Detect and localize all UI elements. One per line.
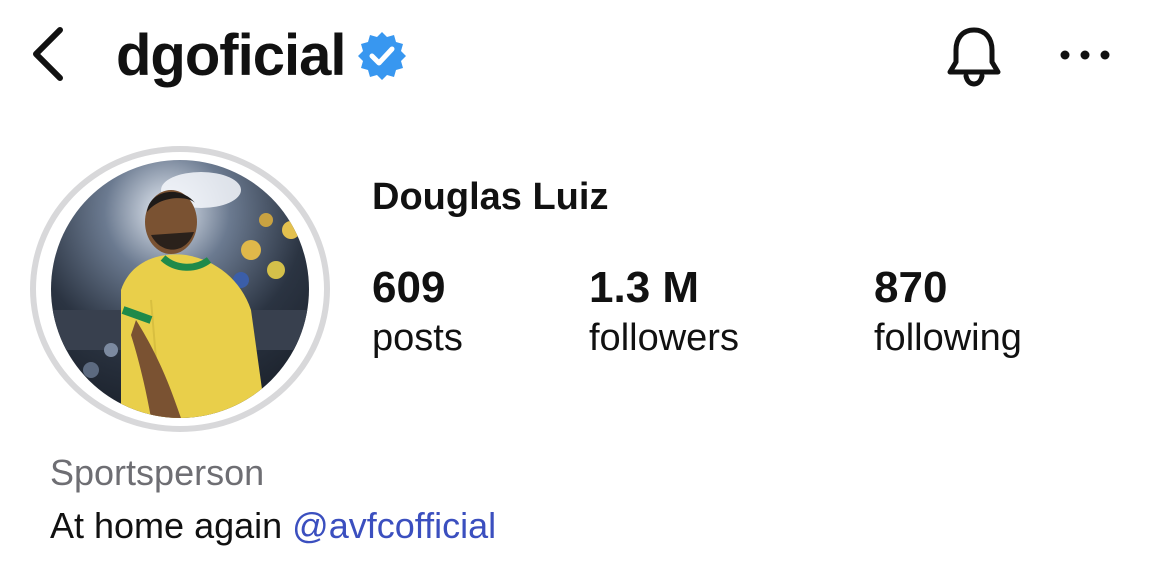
username-header: dgoficial: [116, 18, 407, 92]
chevron-left-icon: [33, 27, 63, 81]
avatar[interactable]: [51, 160, 309, 418]
display-name: Douglas Luiz: [372, 176, 609, 218]
followers-label: followers: [589, 317, 739, 359]
bell-icon: [947, 27, 1001, 87]
following-count[interactable]: 870 following: [874, 262, 1022, 362]
followers-count[interactable]: 1.3 M followers: [589, 262, 739, 362]
username: dgoficial: [116, 22, 346, 88]
posts-value: 609: [372, 263, 446, 312]
bio-text: At home again: [50, 505, 293, 546]
posts-count[interactable]: 609 posts: [372, 262, 463, 362]
verified-badge-icon: [358, 32, 407, 80]
profile-category: Sportsperson: [50, 452, 265, 493]
notifications-button[interactable]: [938, 20, 1010, 92]
bio: At home again @avfcofficial: [50, 505, 496, 547]
posts-label: posts: [372, 317, 463, 359]
avatar-ring: [30, 146, 330, 432]
following-value: 870: [874, 263, 948, 312]
avatar-photo: [51, 172, 309, 418]
bio-mention-link[interactable]: @avfcofficial: [292, 505, 496, 546]
more-options-button[interactable]: [1050, 30, 1120, 80]
more-horizontal-icon: [1060, 50, 1110, 60]
followers-value: 1.3 M: [589, 263, 700, 312]
back-button[interactable]: [22, 22, 74, 86]
following-label: following: [874, 317, 1022, 359]
profile-page: dgoficial Douglas Luiz 609 posts 1.3 M f…: [0, 0, 1170, 580]
